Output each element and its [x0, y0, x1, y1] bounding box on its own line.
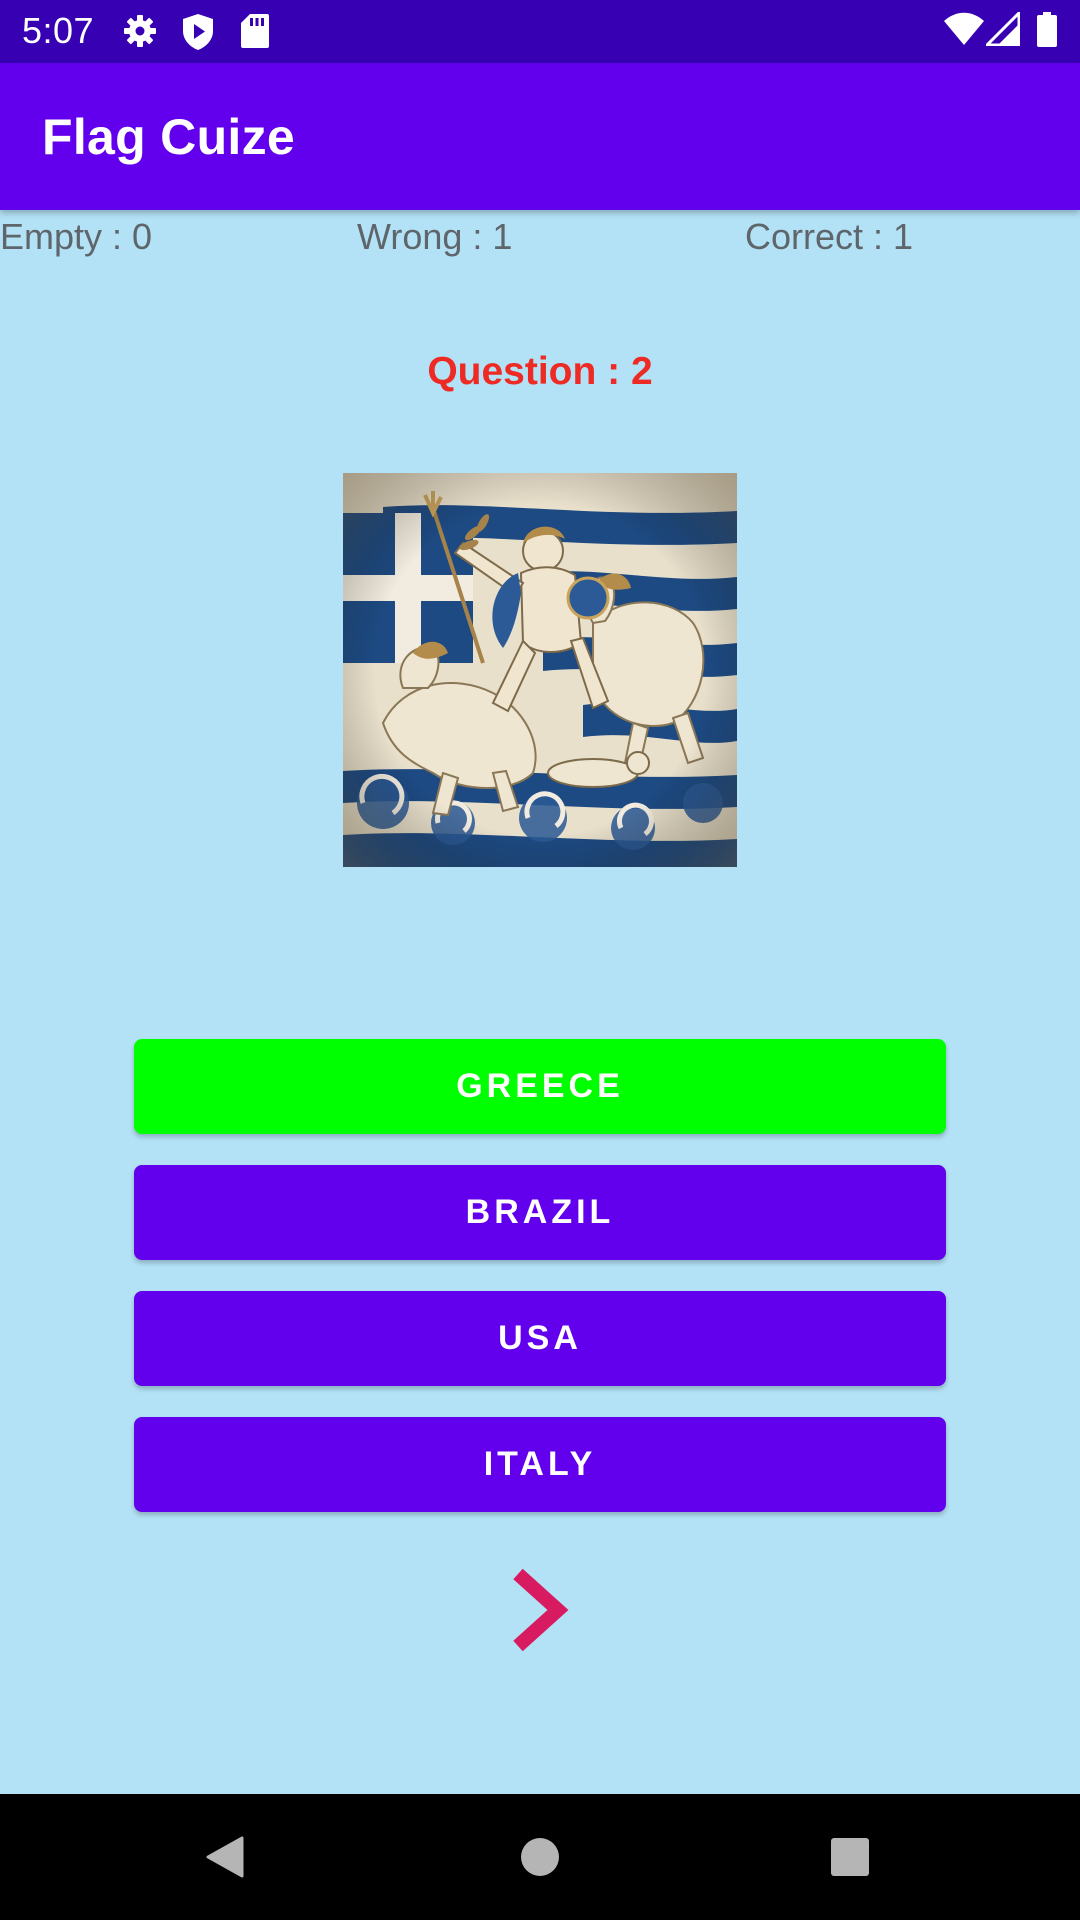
- shield-play-icon: [181, 13, 215, 51]
- navigation-bar: [0, 1794, 1080, 1920]
- answer-button-usa[interactable]: USA: [134, 1291, 946, 1386]
- status-time: 5:07: [22, 10, 95, 51]
- answer-button-brazil[interactable]: BRAZIL: [134, 1165, 946, 1260]
- empty-count: Empty : 0: [0, 216, 153, 257]
- battery-icon: [1036, 12, 1058, 48]
- answer-button-italy[interactable]: ITALY: [134, 1417, 946, 1512]
- gear-icon: [122, 13, 158, 49]
- app-bar: Flag Cuize: [0, 63, 1080, 210]
- wifi-icon: [944, 12, 984, 46]
- next-button[interactable]: [504, 1562, 576, 1658]
- flag-image: [343, 473, 737, 867]
- recents-icon[interactable]: [787, 1794, 913, 1920]
- app-title: Flag Cuize: [42, 109, 296, 165]
- cell-signal-icon: [986, 12, 1020, 46]
- home-icon[interactable]: [477, 1794, 603, 1920]
- back-icon[interactable]: [162, 1794, 288, 1920]
- question-label: Question : 2: [427, 350, 653, 393]
- chevron-right-icon: [504, 1562, 576, 1658]
- wrong-count: Wrong : 1: [357, 216, 513, 257]
- sd-card-icon: [240, 13, 270, 49]
- correct-count: Correct : 1: [745, 216, 914, 257]
- status-bar: 5:07: [0, 0, 1080, 63]
- answer-button-greece[interactable]: GREECE: [134, 1039, 946, 1134]
